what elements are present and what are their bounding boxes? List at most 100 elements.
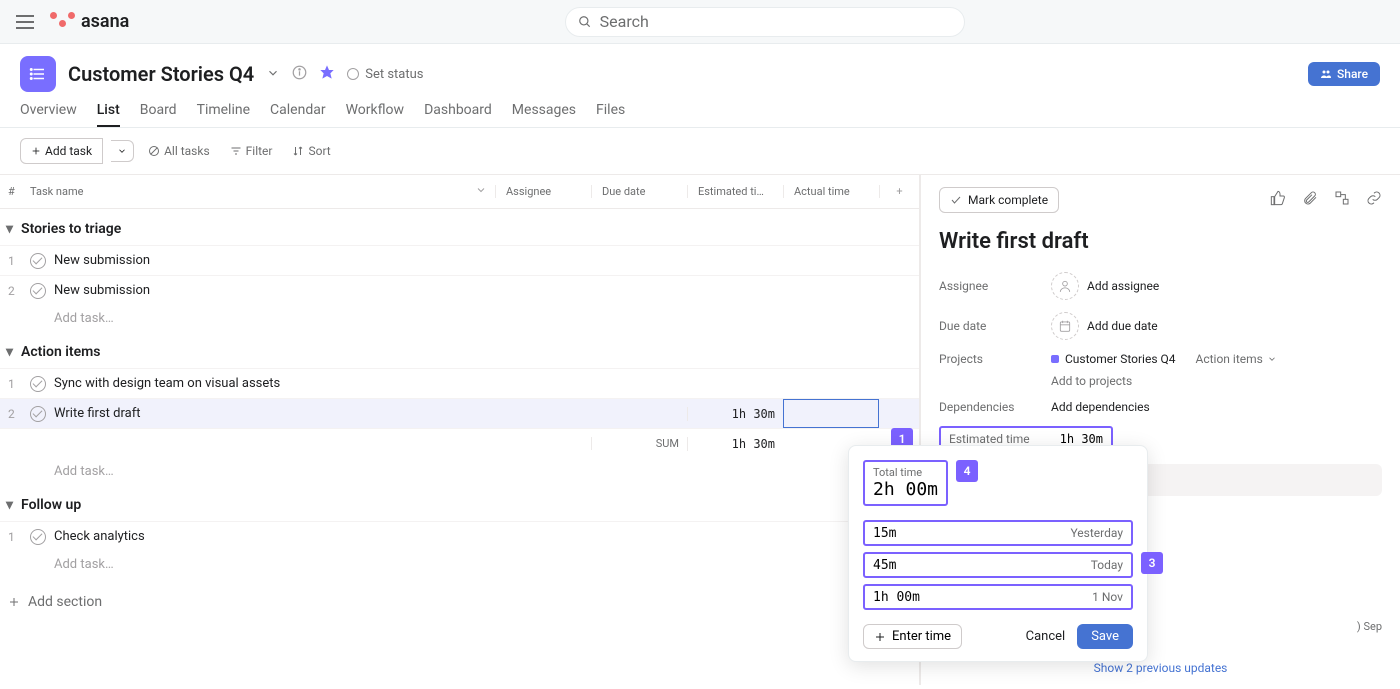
circle-slash-icon xyxy=(148,145,160,157)
date-stamp: ) Sep xyxy=(1357,620,1382,633)
tab-files[interactable]: Files xyxy=(596,102,625,127)
chevron-down-icon[interactable] xyxy=(475,184,487,199)
task-row[interactable]: 1 Sync with design team on visual assets xyxy=(0,368,919,398)
due-date-label: Due date xyxy=(939,319,1051,333)
section-header[interactable]: ▾ Stories to triage xyxy=(0,209,919,245)
tab-calendar[interactable]: Calendar xyxy=(270,102,326,127)
tab-timeline[interactable]: Timeline xyxy=(197,102,250,127)
filter-icon xyxy=(230,145,242,157)
tab-workflow[interactable]: Workflow xyxy=(346,102,405,127)
filter-button[interactable]: Filter xyxy=(224,141,279,161)
add-to-projects-button[interactable]: Add to projects xyxy=(921,372,1400,394)
annotation-badge: 3 xyxy=(1141,552,1163,574)
complete-checkbox[interactable] xyxy=(30,283,46,299)
complete-checkbox[interactable] xyxy=(30,406,46,422)
add-assignee-button[interactable]: Add assignee xyxy=(1051,272,1159,300)
col-estimated[interactable]: Estimated ti… xyxy=(687,185,783,198)
project-section-dropdown[interactable]: Action items xyxy=(1196,352,1277,366)
section-header[interactable]: ▾ Follow up xyxy=(0,485,919,521)
task-name: New submission xyxy=(54,283,150,298)
col-number: # xyxy=(0,185,26,198)
chevron-down-icon[interactable] xyxy=(266,65,280,84)
task-row[interactable]: 1 New submission xyxy=(0,245,919,275)
actual-time-cell[interactable] xyxy=(783,399,879,428)
section-name: Follow up xyxy=(21,497,81,513)
add-column-button[interactable]: + xyxy=(879,185,919,198)
info-icon[interactable] xyxy=(292,65,307,84)
sum-label: SUM xyxy=(591,437,687,450)
all-tasks-filter[interactable]: All tasks xyxy=(142,141,216,161)
status-dot-icon xyxy=(347,68,359,80)
sum-row: SUM 1h 30m xyxy=(0,428,919,458)
tab-board[interactable]: Board xyxy=(140,102,177,127)
assignee-label: Assignee xyxy=(939,279,1051,293)
star-icon[interactable] xyxy=(319,64,335,84)
estimated-time-value: 1h 30m xyxy=(1060,432,1103,446)
task-title[interactable]: Write first draft xyxy=(921,225,1400,266)
link-icon[interactable] xyxy=(1366,190,1382,210)
add-task-inline[interactable]: Add task… xyxy=(0,551,919,578)
plus-icon xyxy=(874,631,886,643)
save-button[interactable]: Save xyxy=(1077,624,1133,649)
col-name[interactable]: Task name xyxy=(26,185,475,198)
sum-value: 1h 30m xyxy=(687,437,783,451)
tab-messages[interactable]: Messages xyxy=(512,102,576,127)
search-input[interactable]: Search xyxy=(565,7,965,37)
tab-dashboard[interactable]: Dashboard xyxy=(424,102,492,127)
asana-logo-icon xyxy=(50,16,75,27)
task-list: # Task name Assignee Due date Estimated … xyxy=(0,175,920,685)
task-row[interactable]: 2 New submission xyxy=(0,275,919,305)
actual-time-popover: Total time 2h 00m 4 15m Yesterday 45m To… xyxy=(848,445,1148,662)
tab-overview[interactable]: Overview xyxy=(20,102,77,127)
total-time-box: Total time 2h 00m xyxy=(863,460,948,506)
add-task-dropdown[interactable] xyxy=(111,140,134,162)
task-name: Write first draft xyxy=(54,406,140,421)
mark-complete-button[interactable]: Mark complete xyxy=(939,187,1059,213)
people-icon xyxy=(1320,68,1332,80)
triangle-down-icon: ▾ xyxy=(6,221,13,237)
cancel-button[interactable]: Cancel xyxy=(1026,629,1066,644)
check-icon xyxy=(950,194,962,206)
section-name: Action items xyxy=(21,344,100,360)
tab-list[interactable]: List xyxy=(97,102,120,127)
task-row[interactable]: 1 Check analytics xyxy=(0,521,919,551)
enter-time-button[interactable]: Enter time xyxy=(863,624,962,649)
add-task-inline[interactable]: Add task… xyxy=(0,305,919,332)
calendar-icon xyxy=(1051,312,1079,340)
time-entry-row[interactable]: 45m Today xyxy=(863,552,1133,578)
col-assignee[interactable]: Assignee xyxy=(495,185,591,198)
add-task-inline[interactable]: Add task… xyxy=(0,458,919,485)
complete-checkbox[interactable] xyxy=(30,529,46,545)
task-row[interactable]: 2 Write first draft 1h 30m xyxy=(0,398,919,428)
like-icon[interactable] xyxy=(1270,190,1286,210)
add-dependencies-button[interactable]: Add dependencies xyxy=(1051,400,1150,414)
col-actual[interactable]: Actual time xyxy=(783,185,879,198)
add-due-date-button[interactable]: Add due date xyxy=(1051,312,1158,340)
complete-checkbox[interactable] xyxy=(30,253,46,269)
time-entry-row[interactable]: 15m Yesterday xyxy=(863,520,1133,546)
section-header[interactable]: ▾ Action items xyxy=(0,332,919,368)
add-task-button[interactable]: Add task xyxy=(20,138,103,164)
annotation-badge: 4 xyxy=(956,460,978,482)
sort-button[interactable]: Sort xyxy=(286,141,336,161)
projects-label: Projects xyxy=(939,352,1051,366)
project-icon xyxy=(20,56,56,92)
share-button[interactable]: Share xyxy=(1308,62,1380,86)
estimated-time-cell[interactable]: 1h 30m xyxy=(687,407,783,421)
attachment-icon[interactable] xyxy=(1302,190,1318,210)
add-section-button[interactable]: Add section xyxy=(0,578,919,610)
hamburger-icon[interactable] xyxy=(16,15,34,29)
col-due[interactable]: Due date xyxy=(591,185,687,198)
subtask-icon[interactable] xyxy=(1334,190,1350,210)
time-entry-row[interactable]: 1h 00m 1 Nov xyxy=(863,584,1133,610)
project-chip[interactable]: Customer Stories Q4 xyxy=(1051,352,1176,366)
project-header: Customer Stories Q4 Set status Share xyxy=(0,44,1400,92)
project-title: Customer Stories Q4 xyxy=(68,62,254,86)
search-icon xyxy=(578,15,592,29)
plus-icon xyxy=(31,146,41,156)
complete-checkbox[interactable] xyxy=(30,376,46,392)
chevron-down-icon xyxy=(1267,354,1277,364)
task-name: Sync with design team on visual assets xyxy=(54,376,280,391)
set-status-button[interactable]: Set status xyxy=(347,67,423,82)
dependencies-label: Dependencies xyxy=(939,400,1051,414)
